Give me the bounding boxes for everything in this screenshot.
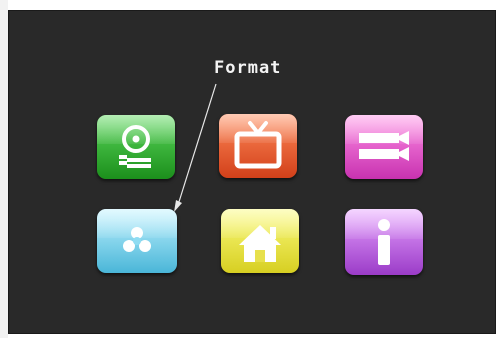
video-camera-icon [359, 131, 409, 161]
home-menu-button[interactable] [221, 209, 299, 273]
format-menu-button[interactable] [97, 209, 177, 273]
tv-icon [234, 121, 282, 169]
tools-menu-button[interactable] [97, 115, 175, 179]
recycle-icon [123, 227, 151, 252]
video-menu-button[interactable] [345, 115, 423, 179]
home-icon [239, 225, 281, 262]
gear-wrench-icon [119, 125, 151, 168]
info-icon [378, 219, 390, 265]
tv-menu-button[interactable] [219, 114, 297, 178]
callout-label: Format [214, 58, 282, 78]
info-menu-button[interactable] [345, 209, 423, 275]
left-edge-strip [0, 0, 8, 338]
